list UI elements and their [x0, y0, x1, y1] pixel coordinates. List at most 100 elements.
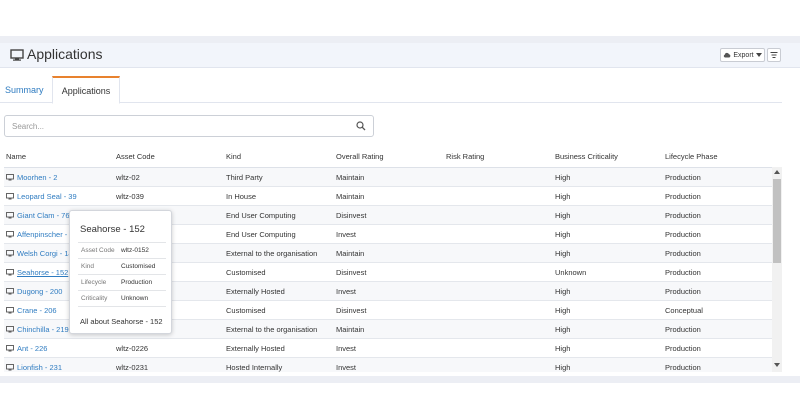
app-name-link[interactable]: Moorhen - 2	[17, 173, 57, 182]
asset-code-cell: wltz-039	[116, 192, 144, 201]
column-header-name[interactable]: Name	[6, 152, 26, 161]
name-cell[interactable]: Giant Clam - 76	[6, 211, 70, 220]
name-cell[interactable]: Ant - 226	[6, 344, 47, 353]
table-row[interactable]: Lionfish - 231 wltz-0231 Hosted Internally…	[4, 358, 772, 372]
popup-key: Kind	[78, 258, 118, 275]
name-cell[interactable]: Moorhen - 2	[6, 173, 57, 182]
app-name-link[interactable]: Leopard Seal - 39	[17, 192, 77, 201]
kind-cell: Customised	[226, 268, 266, 277]
overall-rating-cell: Invest	[336, 230, 357, 239]
criticality-cell: High	[555, 287, 571, 296]
column-header-lifecycle-phase[interactable]: Lifecycle Phase	[665, 152, 718, 161]
kind-cell: Externally Hosted	[226, 287, 285, 296]
overall-rating-cell: Disinvest	[336, 306, 367, 315]
table-header: Name Asset Code Kind Overall Rating Risk…	[0, 152, 782, 166]
app-name-link[interactable]: Crane - 206	[17, 306, 57, 315]
criticality-cell: High	[555, 173, 571, 182]
popup-key: Criticality	[78, 290, 118, 307]
overall-rating-cell: Maintain	[336, 173, 365, 182]
overall-rating-cell: Maintain	[336, 192, 365, 201]
export-button[interactable]: Export	[720, 48, 765, 62]
popup-value: Unknown	[118, 290, 166, 307]
name-cell[interactable]: Leopard Seal - 39	[6, 192, 77, 201]
kind-cell: End User Computing	[226, 230, 296, 239]
lifecycle-cell: Conceptual	[665, 306, 703, 315]
app-name-link[interactable]: Dugong - 200	[17, 287, 62, 296]
popup-key: Lifecycle	[78, 274, 118, 291]
export-label: Export	[733, 51, 754, 59]
name-cell[interactable]: Dugong - 200	[6, 287, 62, 296]
overall-rating-cell: Invest	[336, 363, 357, 372]
lifecycle-cell: Production	[665, 211, 701, 220]
criticality-cell: High	[555, 363, 571, 372]
app-name-link[interactable]: Lionfish - 231	[17, 363, 62, 372]
caret-down-icon	[755, 53, 762, 57]
overall-rating-cell: Maintain	[336, 325, 365, 334]
desktop-icon	[6, 269, 14, 276]
table-row[interactable]: Ant - 226 wltz-0226 Externally Hosted Inves…	[4, 339, 772, 358]
criticality-cell: High	[555, 211, 571, 220]
search-input[interactable]	[12, 116, 352, 136]
app-hover-popup: Seahorse - 152 Asset Code wltz-0152 Kind…	[69, 210, 172, 334]
name-cell[interactable]: Lionfish - 231	[6, 363, 62, 372]
columns-icon	[770, 52, 778, 58]
table-row[interactable]: Moorhen - 2 wltz-02 Third Party Maintain Hig…	[4, 168, 772, 187]
name-cell[interactable]: Welsh Corgi - 14	[6, 249, 73, 258]
desktop-icon	[6, 212, 14, 219]
kind-cell: Customised	[226, 306, 266, 315]
popup-value: wltz-0152	[118, 242, 166, 259]
criticality-cell: Unknown	[555, 268, 587, 277]
table-scrollbar[interactable]	[772, 167, 782, 372]
name-cell[interactable]: Affenpinscher - 1	[6, 230, 74, 239]
columns-button[interactable]	[767, 48, 781, 62]
popup-value: Production	[118, 274, 166, 291]
criticality-cell: High	[555, 344, 571, 353]
column-header-business-criticality[interactable]: Business Criticality	[555, 152, 618, 161]
kind-cell: Externally Hosted	[226, 344, 285, 353]
lifecycle-cell: Production	[665, 230, 701, 239]
search-icon[interactable]	[356, 121, 366, 131]
app-name-link[interactable]: Giant Clam - 76	[17, 211, 70, 220]
table-row[interactable]: Leopard Seal - 39 wltz-039 In House Maintai…	[4, 187, 772, 206]
top-bar	[0, 0, 800, 36]
criticality-cell: High	[555, 192, 571, 201]
lifecycle-cell: Production	[665, 344, 701, 353]
column-header-asset-code[interactable]: Asset Code	[116, 152, 155, 161]
scroll-up-arrow-icon[interactable]	[774, 170, 780, 174]
tab-applications[interactable]: Applications	[52, 76, 120, 104]
kind-cell: End User Computing	[226, 211, 296, 220]
asset-code-cell: wltz-0231	[116, 363, 149, 372]
lifecycle-cell: Production	[665, 249, 701, 258]
lifecycle-cell: Production	[665, 325, 701, 334]
app-name-link[interactable]: Ant - 226	[17, 344, 47, 353]
search-box	[4, 115, 374, 137]
app-name-link[interactable]: Welsh Corgi - 14	[17, 249, 73, 258]
column-header-overall-rating[interactable]: Overall Rating	[336, 152, 384, 161]
column-header-risk-rating[interactable]: Risk Rating	[446, 152, 484, 161]
popup-all-about-link[interactable]: All about Seahorse - 152	[80, 317, 163, 326]
page-title: Applications	[27, 46, 103, 62]
app-name-link[interactable]: Chinchilla - 219	[17, 325, 69, 334]
desktop-icon	[6, 250, 14, 257]
lifecycle-cell: Production	[665, 363, 701, 372]
desktop-icon	[6, 174, 14, 181]
app-name-link[interactable]: Affenpinscher - 1	[17, 230, 74, 239]
kind-cell: Hosted Internally	[226, 363, 283, 372]
lifecycle-cell: Production	[665, 173, 701, 182]
bottom-band	[0, 376, 800, 383]
scroll-down-arrow-icon[interactable]	[774, 363, 780, 367]
name-cell[interactable]: Seahorse - 152	[6, 268, 68, 277]
desktop-icon	[6, 231, 14, 238]
lifecycle-cell: Production	[665, 268, 701, 277]
name-cell[interactable]: Chinchilla - 219	[6, 325, 69, 334]
overall-rating-cell: Invest	[336, 287, 357, 296]
column-header-kind[interactable]: Kind	[226, 152, 241, 161]
tab-summary[interactable]: Summary	[5, 76, 44, 103]
kind-cell: External to the organisation	[226, 249, 318, 258]
scrollbar-thumb[interactable]	[773, 179, 781, 263]
overall-rating-cell: Maintain	[336, 249, 365, 258]
desktop-icon	[6, 364, 14, 371]
kind-cell: External to the organisation	[226, 325, 318, 334]
app-name-link[interactable]: Seahorse - 152	[17, 268, 68, 277]
name-cell[interactable]: Crane - 206	[6, 306, 57, 315]
